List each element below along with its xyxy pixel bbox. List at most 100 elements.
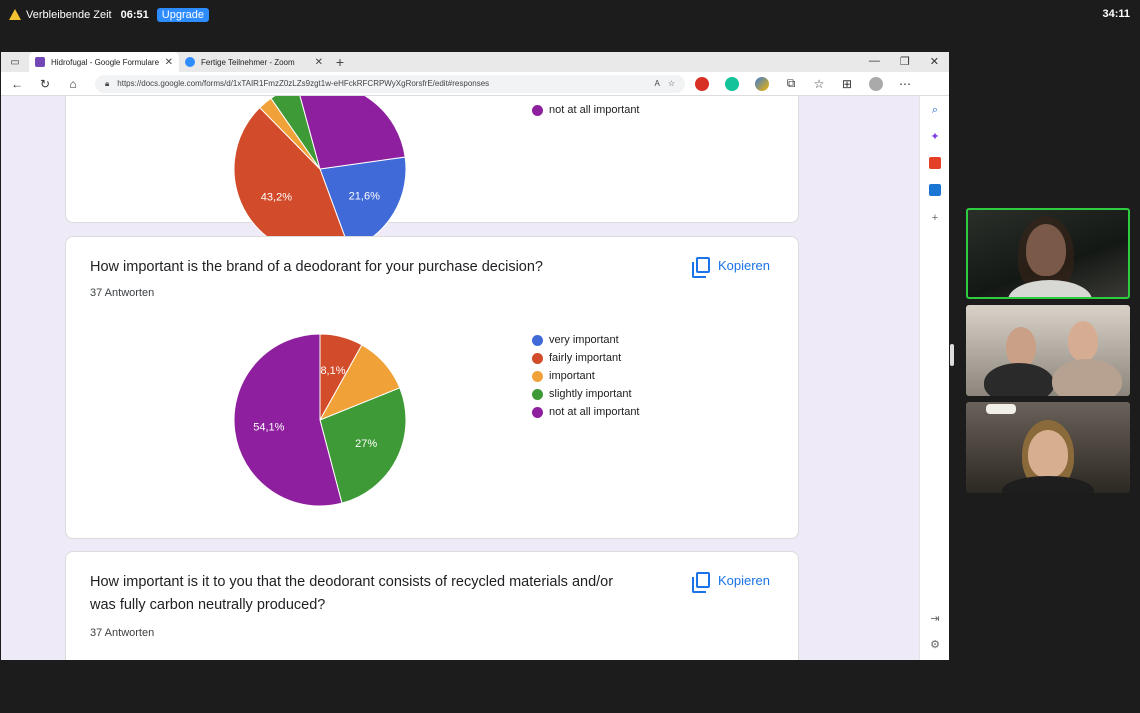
video-tile-2[interactable] — [966, 305, 1130, 396]
copilot-icon[interactable]: ✦ — [929, 131, 941, 143]
participant-shirt — [1002, 476, 1094, 493]
pie-slice-label: 27% — [355, 438, 377, 450]
reload-icon[interactable]: ↻ — [33, 77, 57, 91]
legend-item: not at all important — [532, 101, 640, 119]
question-title: How important is the brand of a deodoran… — [90, 259, 543, 275]
close-tab-icon[interactable]: ✕ — [315, 57, 323, 68]
question-title-line-1: How important is it to you that the deod… — [90, 574, 614, 590]
tab-actions-icon[interactable]: ▭ — [1, 52, 29, 72]
legend-dot-icon — [532, 406, 543, 418]
ceiling-light — [986, 404, 1016, 414]
browser-window: ▭ Hidrofugal - Google Formulare ✕ Fertig… — [1, 52, 949, 660]
pie-slice-label: 54,1% — [253, 422, 284, 434]
tab-google-forms[interactable]: Hidrofugal - Google Formulare ✕ — [29, 52, 179, 72]
question-card-2: How important is the brand of a deodoran… — [65, 236, 799, 539]
close-window-icon[interactable]: ✕ — [930, 55, 939, 68]
address-bar[interactable]: 🔒︎ https://docs.google.com/forms/d/1xTAI… — [95, 74, 685, 93]
office-icon[interactable] — [929, 157, 941, 169]
tab-zoom[interactable]: Fertige Teilnehmer - Zoom ✕ — [179, 52, 329, 72]
window-controls: — ❐ ✕ — [869, 55, 939, 68]
copy-label: Kopieren — [717, 257, 770, 273]
add-icon[interactable]: + — [929, 212, 941, 224]
tab-label: Fertige Teilnehmer - Zoom — [201, 57, 295, 67]
new-tab-button[interactable]: + — [329, 52, 351, 72]
remaining-time-label: Verbleibende Zeit — [26, 9, 112, 21]
copilot-extension-icon[interactable] — [755, 76, 769, 91]
zoom-icon — [185, 57, 195, 67]
favorite-star-icon[interactable]: ☆ — [668, 79, 675, 88]
participant-video — [1068, 321, 1098, 361]
more-menu-icon[interactable]: ⋯ — [893, 77, 917, 91]
url-text: https://docs.google.com/forms/d/1xTAIR1F… — [117, 79, 490, 88]
remaining-time-value: 06:51 — [120, 9, 149, 21]
legend-item: important — [532, 367, 640, 385]
legend-label: not at all important — [549, 406, 640, 418]
pie-slice-label: 8,1% — [320, 365, 345, 377]
legend-dot-icon — [532, 334, 543, 346]
copy-button[interactable]: Kopieren — [691, 257, 770, 278]
participant-shirt — [984, 363, 1054, 396]
edge-sidebar: ⌕ ✦ + ⇥ ⚙ — [919, 96, 949, 660]
hide-sidebar-icon[interactable]: ⇥ — [929, 613, 941, 625]
legend-dot-icon — [532, 388, 543, 400]
legend-item: not at all important — [532, 403, 640, 421]
legend-item: slightly important — [532, 385, 640, 403]
favorites-icon[interactable]: ☆ — [807, 77, 831, 91]
video-gallery — [966, 208, 1130, 499]
grammarly-extension-icon[interactable] — [725, 76, 739, 91]
pie-slice-label: 21,6% — [349, 191, 380, 203]
outlook-icon[interactable] — [929, 184, 941, 196]
copy-label: Kopieren — [717, 572, 770, 588]
legend-1: not at all important — [532, 101, 640, 119]
participant-video — [1028, 430, 1068, 478]
legend-dot-icon — [532, 104, 543, 116]
video-tile-1[interactable] — [966, 208, 1130, 299]
upgrade-button[interactable]: Upgrade — [156, 8, 209, 22]
settings-gear-icon[interactable]: ⚙ — [929, 639, 941, 651]
legend-label: fairly important — [549, 352, 622, 364]
home-icon[interactable]: ⌂ — [61, 77, 85, 91]
time-warning: Verbleibende Zeit 06:51 Upgrade — [9, 8, 209, 22]
meeting-timer: 34:11 — [1102, 8, 1130, 20]
legend-label: not at all important — [549, 104, 640, 116]
response-count: 37 Antworten — [90, 287, 155, 299]
response-count: 37 Antworten — [90, 627, 155, 639]
profile-avatar[interactable] — [869, 76, 883, 91]
close-tab-icon[interactable]: ✕ — [165, 57, 173, 68]
copy-icon — [691, 257, 710, 278]
collections-icon[interactable]: ⊞ — [835, 77, 859, 91]
lock-icon: 🔒︎ — [105, 78, 110, 88]
legend-dot-icon — [532, 352, 543, 364]
google-forms-icon — [35, 57, 45, 67]
extensions-icon[interactable]: ⧉ — [779, 76, 803, 91]
participant-shirt — [1008, 280, 1092, 297]
back-icon[interactable]: ← — [5, 77, 29, 91]
participant-video — [1006, 327, 1036, 367]
adblock-extension-icon[interactable] — [695, 76, 709, 91]
copy-button[interactable]: Kopieren — [691, 572, 770, 593]
zoom-top-bar: Verbleibende Zeit 06:51 Upgrade 34:11 — [0, 0, 1140, 30]
tab-bar: ▭ Hidrofugal - Google Formulare ✕ Fertig… — [1, 52, 949, 72]
question-card-3: How important is it to you that the deod… — [65, 551, 799, 660]
minimize-icon[interactable]: — — [869, 55, 880, 68]
pie-chart-2: 8,1% 27% 54,1% — [233, 333, 407, 507]
tab-label: Hidrofugal - Google Formulare — [51, 57, 159, 67]
question-card-1: 21,6% 43,2% not at all important — [65, 96, 799, 256]
legend-label: very important — [549, 334, 619, 346]
participant-shirt — [1052, 359, 1122, 396]
forms-responses-page: 21,6% 43,2% not at all important How impo… — [1, 96, 919, 660]
panel-resize-handle[interactable] — [950, 344, 954, 366]
video-tile-3[interactable] — [966, 402, 1130, 493]
browser-toolbar: ← ↻ ⌂ 🔒︎ https://docs.google.com/forms/d… — [1, 72, 949, 96]
legend-2: very important fairly important important s… — [532, 331, 640, 421]
search-icon[interactable]: ⌕ — [929, 104, 941, 116]
legend-item: very important — [532, 331, 640, 349]
pie-slice-label: 43,2% — [261, 192, 292, 204]
restore-icon[interactable]: ❐ — [900, 55, 910, 68]
legend-item: fairly important — [532, 349, 640, 367]
read-aloud-icon[interactable]: A — [654, 79, 659, 88]
question-title-line-2: was fully carbon neutrally produced? — [90, 597, 326, 613]
legend-dot-icon — [532, 370, 543, 382]
legend-label: important — [549, 370, 595, 382]
legend-label: slightly important — [549, 388, 632, 400]
